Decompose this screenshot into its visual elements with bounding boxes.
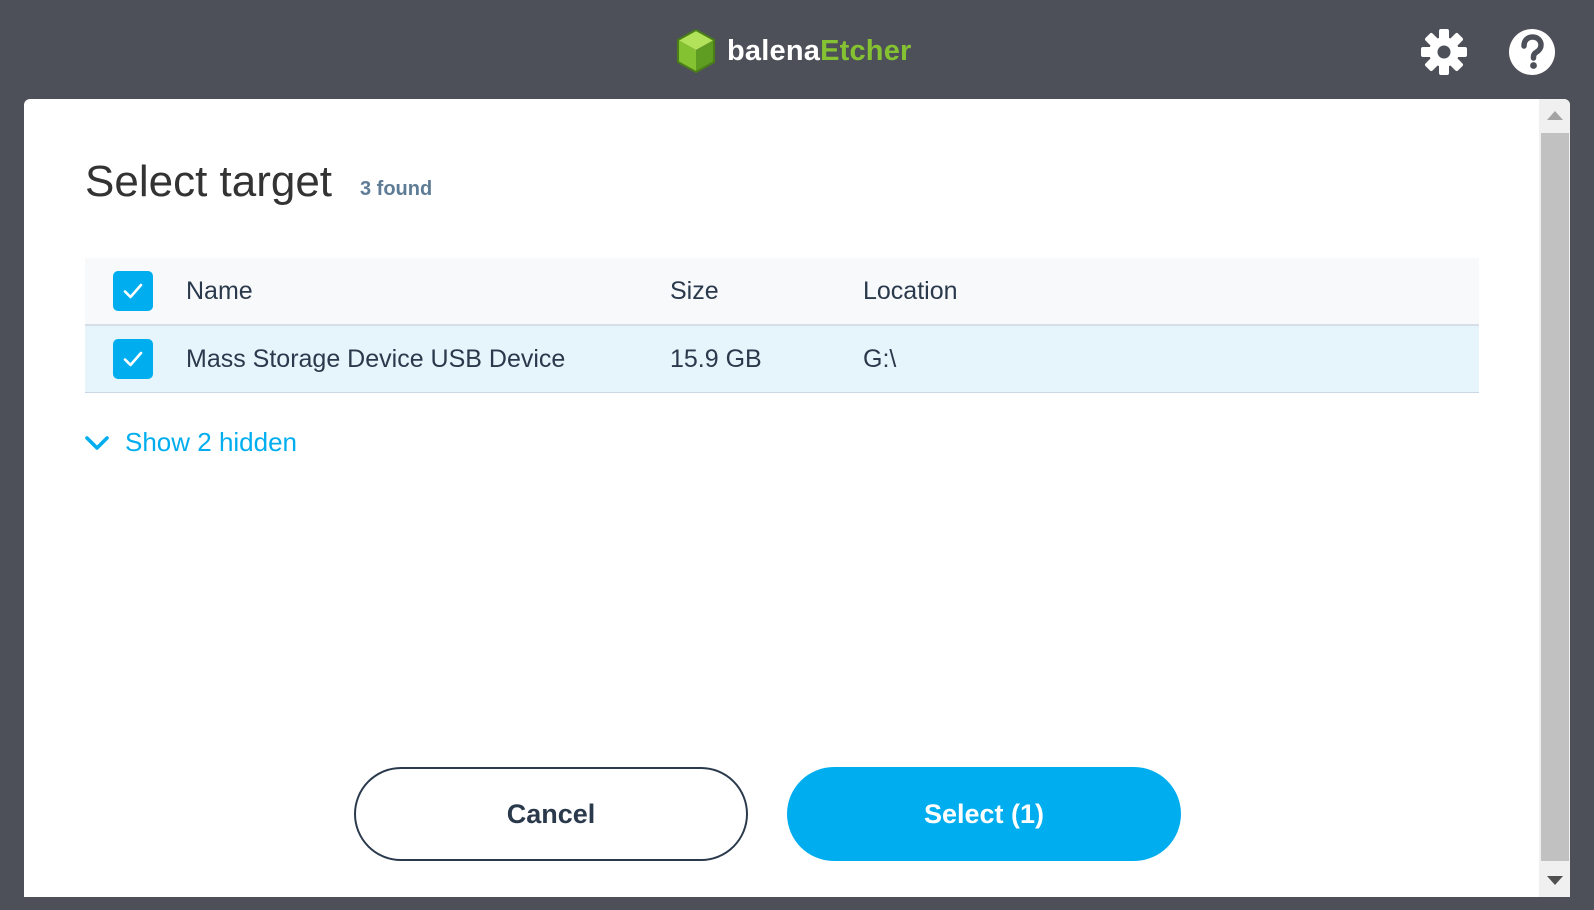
drive-table: Name Size Location Mass Storage Device U… xyxy=(85,258,1479,393)
checkmark-icon xyxy=(123,351,143,367)
select-button[interactable]: Select (1) xyxy=(787,767,1181,861)
help-icon[interactable] xyxy=(1507,27,1557,77)
select-all-checkbox[interactable] xyxy=(113,271,153,311)
found-count: 3 found xyxy=(360,178,433,200)
select-target-modal: Select target 3 found Name Size Location… xyxy=(24,99,1570,897)
app-logo: balenaEtcher xyxy=(675,28,912,74)
table-header-row: Name Size Location xyxy=(85,258,1479,326)
brand-etcher: Etcher xyxy=(820,34,912,67)
cancel-button[interactable]: Cancel xyxy=(354,767,748,861)
scroll-thumb[interactable] xyxy=(1541,133,1569,861)
drive-location: G:\ xyxy=(863,345,897,373)
cube-logo-icon xyxy=(677,29,715,74)
show-hidden-toggle[interactable]: Show 2 hidden xyxy=(84,427,297,458)
drive-name: Mass Storage Device USB Device xyxy=(186,345,566,373)
column-header-name[interactable]: Name xyxy=(186,258,253,324)
drive-size: 15.9 GB xyxy=(670,345,762,373)
chevron-down-icon xyxy=(85,435,109,450)
gear-icon[interactable] xyxy=(1419,27,1469,77)
checkmark-icon xyxy=(123,283,143,299)
top-bar: balenaEtcher xyxy=(0,0,1594,100)
column-header-size[interactable]: Size xyxy=(670,258,719,324)
show-hidden-label: Show 2 hidden xyxy=(125,427,298,457)
vertical-scrollbar[interactable] xyxy=(1539,99,1570,897)
table-row[interactable]: Mass Storage Device USB Device 15.9 GB G… xyxy=(85,326,1479,393)
scroll-up-arrow-icon[interactable] xyxy=(1547,111,1563,120)
column-header-location[interactable]: Location xyxy=(863,258,958,324)
row-checkbox[interactable] xyxy=(113,339,153,379)
app-title: balenaEtcher xyxy=(727,35,912,68)
brand-balena: balena xyxy=(727,34,821,67)
scroll-down-arrow-icon[interactable] xyxy=(1547,876,1563,885)
modal-title: Select target xyxy=(85,157,333,206)
